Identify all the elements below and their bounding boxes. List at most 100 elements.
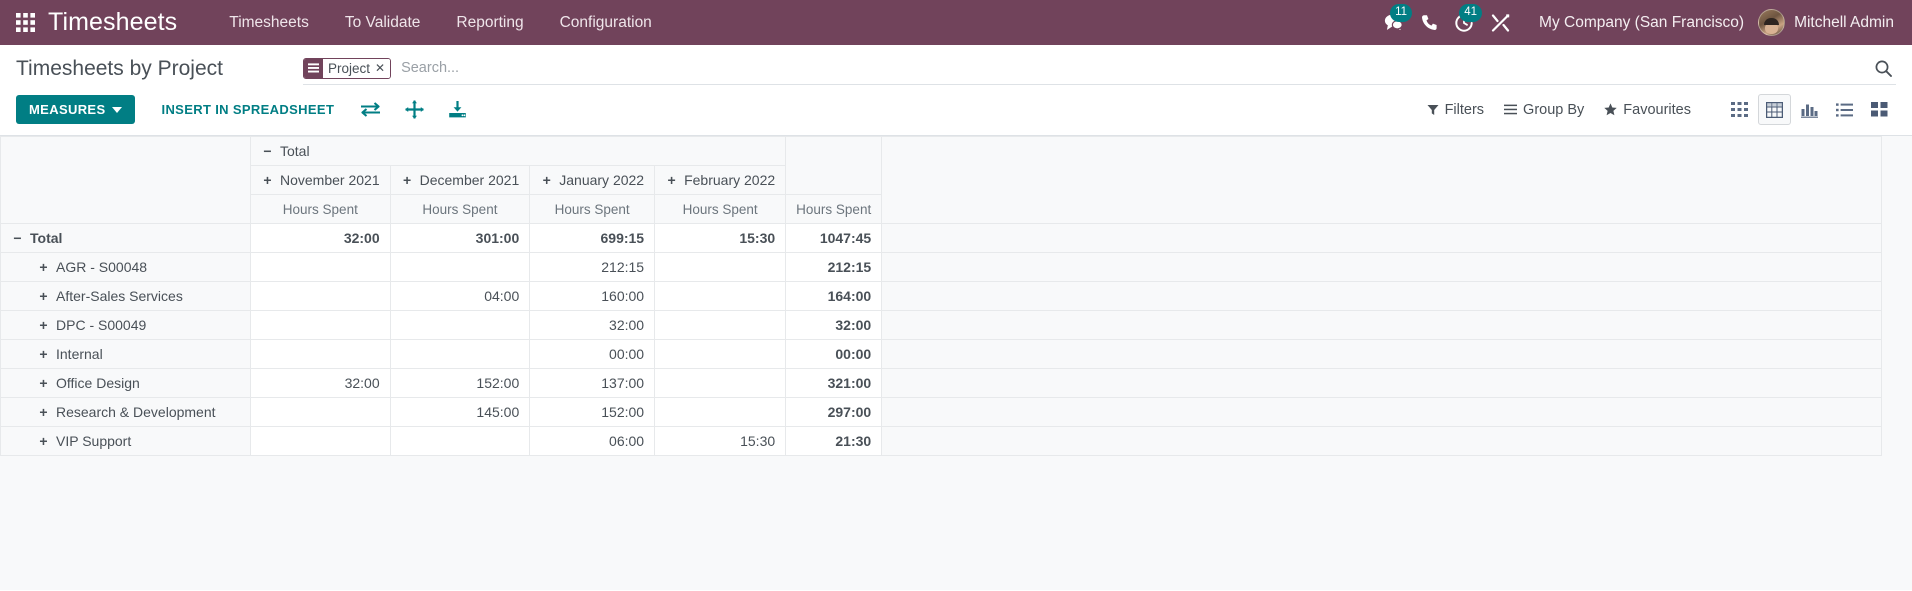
measure-header[interactable]: Hours Spent: [654, 194, 787, 224]
table-cell[interactable]: 32:00: [250, 223, 391, 253]
graph-view-icon[interactable]: [1793, 94, 1826, 125]
search-icon[interactable]: [1865, 60, 1896, 77]
table-cell[interactable]: [389, 310, 531, 340]
table-cell[interactable]: [250, 397, 391, 427]
groupby-menu[interactable]: Group By: [1494, 97, 1594, 123]
row-header-dpc-s00049[interactable]: + DPC - S00049: [0, 310, 251, 340]
row-header-vip-support[interactable]: + VIP Support: [0, 426, 251, 456]
table-cell[interactable]: 32:00: [529, 310, 656, 340]
row-header-agr-s00048[interactable]: + AGR - S00048: [0, 252, 251, 282]
company-switcher[interactable]: My Company (San Francisco): [1519, 14, 1758, 32]
table-cell[interactable]: 212:15: [529, 252, 656, 282]
table-cell[interactable]: 699:15: [529, 223, 656, 253]
expand-toggle-icon[interactable]: +: [37, 288, 50, 304]
kanban-view-icon[interactable]: [1723, 94, 1756, 125]
download-xlsx-icon[interactable]: [438, 96, 477, 123]
expand-toggle-icon[interactable]: +: [37, 433, 50, 449]
search-facet-project[interactable]: Project ✕: [302, 57, 392, 79]
favourites-menu[interactable]: Favourites: [1594, 97, 1701, 123]
collapse-toggle-icon[interactable]: −: [11, 230, 24, 246]
search-bar[interactable]: Project ✕: [302, 55, 1896, 85]
measure-header-total[interactable]: Hours Spent: [785, 194, 883, 224]
expand-toggle-icon[interactable]: +: [401, 172, 414, 188]
table-cell[interactable]: 145:00: [389, 397, 531, 427]
expand-toggle-icon[interactable]: +: [540, 172, 553, 188]
table-cell-total[interactable]: 321:00: [785, 368, 883, 398]
table-cell[interactable]: 06:00: [529, 426, 656, 456]
user-menu[interactable]: Mitchell Admin: [1758, 9, 1898, 36]
apps-grid-icon[interactable]: [8, 8, 42, 38]
app-brand[interactable]: Timesheets: [48, 8, 177, 37]
expand-all-icon[interactable]: [395, 96, 434, 123]
filters-menu[interactable]: Filters: [1417, 97, 1494, 123]
debug-tools-icon[interactable]: [1482, 8, 1519, 38]
table-cell[interactable]: [250, 339, 391, 369]
measure-header[interactable]: Hours Spent: [529, 194, 656, 224]
table-cell[interactable]: 04:00: [389, 281, 531, 311]
table-cell[interactable]: 152:00: [529, 397, 656, 427]
column-group-january-2022[interactable]: + January 2022: [529, 165, 656, 195]
table-cell[interactable]: [654, 339, 787, 369]
expand-toggle-icon[interactable]: +: [37, 346, 50, 362]
table-cell[interactable]: [250, 281, 391, 311]
column-group-december-2021[interactable]: + December 2021: [389, 165, 531, 195]
table-cell-total[interactable]: 164:00: [785, 281, 883, 311]
table-cell[interactable]: [654, 252, 787, 282]
nav-item-to-validate[interactable]: To Validate: [327, 8, 439, 38]
table-cell[interactable]: 32:00: [250, 368, 391, 398]
expand-toggle-icon[interactable]: +: [37, 259, 50, 275]
table-cell[interactable]: 15:30: [654, 223, 787, 253]
flip-axis-icon[interactable]: [350, 97, 391, 122]
table-cell[interactable]: [250, 252, 391, 282]
table-cell[interactable]: [654, 368, 787, 398]
measure-header[interactable]: Hours Spent: [250, 194, 391, 224]
nav-item-reporting[interactable]: Reporting: [438, 8, 541, 38]
table-cell[interactable]: [654, 310, 787, 340]
table-cell-total[interactable]: 1047:45: [785, 223, 883, 253]
table-cell[interactable]: 137:00: [529, 368, 656, 398]
measure-header[interactable]: Hours Spent: [389, 194, 531, 224]
row-header-research-development[interactable]: + Research & Development: [0, 397, 251, 427]
row-header-total[interactable]: − Total: [0, 223, 251, 253]
table-cell[interactable]: [654, 397, 787, 427]
activities-clock-icon[interactable]: 41: [1446, 3, 1483, 38]
table-cell[interactable]: 00:00: [529, 339, 656, 369]
expand-toggle-icon[interactable]: +: [37, 317, 50, 333]
expand-toggle-icon[interactable]: +: [37, 404, 50, 420]
collapse-toggle-icon[interactable]: −: [261, 143, 274, 159]
table-cell[interactable]: 152:00: [389, 368, 531, 398]
nav-item-timesheets[interactable]: Timesheets: [211, 8, 327, 38]
expand-toggle-icon[interactable]: +: [261, 172, 274, 188]
table-cell-total[interactable]: 21:30: [785, 426, 883, 456]
table-cell[interactable]: [389, 426, 531, 456]
search-input[interactable]: [399, 60, 1865, 76]
expand-toggle-icon[interactable]: +: [665, 172, 678, 188]
table-cell[interactable]: [654, 281, 787, 311]
row-header-internal[interactable]: + Internal: [0, 339, 251, 369]
table-cell[interactable]: 15:30: [654, 426, 787, 456]
table-cell[interactable]: 160:00: [529, 281, 656, 311]
table-cell-total[interactable]: 00:00: [785, 339, 883, 369]
table-cell-total[interactable]: 297:00: [785, 397, 883, 427]
measures-button[interactable]: MEASURES: [16, 95, 136, 124]
insert-in-spreadsheet-button[interactable]: INSERT IN SPREADSHEET: [147, 95, 348, 124]
row-header-after-sales-services[interactable]: + After-Sales Services: [0, 281, 251, 311]
nav-item-configuration[interactable]: Configuration: [542, 8, 670, 38]
table-cell-total[interactable]: 212:15: [785, 252, 883, 282]
table-cell-total[interactable]: 32:00: [785, 310, 883, 340]
table-cell[interactable]: [389, 339, 531, 369]
column-group-february-2022[interactable]: + February 2022: [654, 165, 787, 195]
expand-toggle-icon[interactable]: +: [37, 375, 50, 391]
cohort-view-icon[interactable]: [1863, 94, 1896, 125]
column-group-november-2021[interactable]: + November 2021: [250, 165, 391, 195]
table-cell[interactable]: 301:00: [389, 223, 531, 253]
phone-icon[interactable]: [1412, 8, 1446, 38]
messages-icon[interactable]: 11: [1375, 3, 1413, 38]
row-header-office-design[interactable]: + Office Design: [0, 368, 251, 398]
column-total-header[interactable]: − Total: [249, 136, 787, 166]
search-facet-remove-icon[interactable]: ✕: [375, 58, 391, 78]
table-cell[interactable]: [389, 252, 531, 282]
pivot-view-icon[interactable]: [1758, 94, 1791, 125]
list-view-icon[interactable]: [1828, 94, 1861, 125]
table-cell[interactable]: [250, 310, 391, 340]
